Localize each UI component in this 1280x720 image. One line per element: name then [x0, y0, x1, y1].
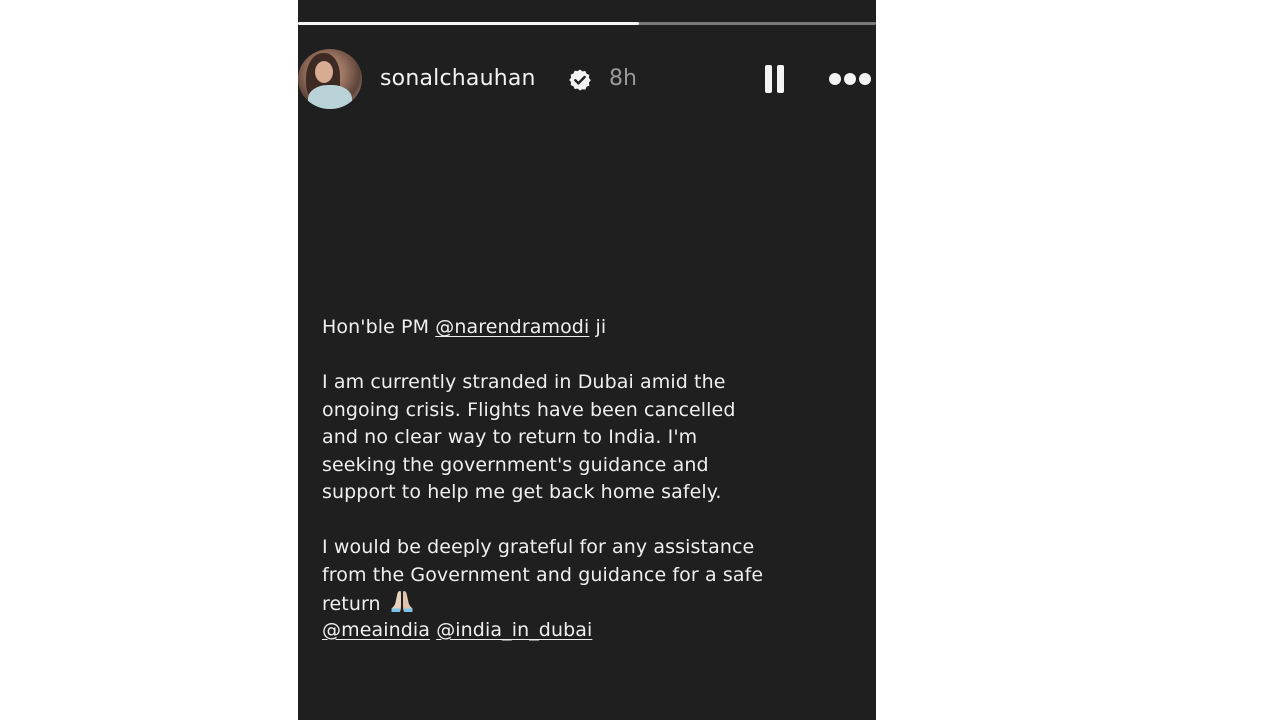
greeting-suffix: ji — [589, 316, 607, 338]
message-line: I would be deeply grateful for any assis… — [322, 536, 755, 558]
folded-hands-icon — [391, 591, 413, 612]
story-viewer: sonalchauhan 8h Hon'ble PM @narendramodi… — [298, 0, 876, 720]
mention-india-in-dubai[interactable]: @india_in_dubai — [436, 619, 592, 641]
message-line: ongoing crisis. Flights have been cancel… — [322, 398, 736, 421]
pause-bar-right — [777, 65, 784, 93]
story-progress-bar — [298, 22, 876, 25]
pause-bar-left — [765, 65, 772, 93]
verified-badge-icon — [569, 69, 591, 91]
more-dot — [859, 73, 871, 85]
avatar-dress-shape — [308, 85, 352, 109]
message-line: I am currently stranded in Dubai amid th… — [322, 371, 726, 393]
more-dot — [844, 73, 856, 85]
more-dot — [829, 73, 841, 85]
pause-icon[interactable] — [764, 65, 786, 93]
profile-avatar[interactable] — [298, 49, 362, 109]
greeting-prefix: Hon'ble PM — [322, 316, 436, 338]
story-progress-fill — [298, 22, 640, 25]
more-icon[interactable] — [829, 72, 873, 86]
story-message: Hon'ble PM @narendramodi ji I am current… — [322, 314, 876, 644]
return-line: return — [322, 589, 876, 617]
avatar-face-shape — [315, 61, 333, 83]
message-line: from the Government and guidance for a s… — [322, 563, 764, 586]
mention-meaindia[interactable]: @meaindia — [322, 619, 430, 641]
message-line: support to help me get back home safely. — [322, 481, 722, 503]
message-line: and no clear way to return to India. I'm — [322, 426, 698, 448]
mentions-line: @meaindia @india_in_dubai — [322, 617, 876, 645]
post-time: 8h — [609, 66, 637, 91]
username-link[interactable]: sonalchauhan — [380, 66, 536, 91]
message-line: seeking the government's guidance and — [322, 453, 709, 476]
mention-narendramodi[interactable]: @narendramodi — [435, 316, 589, 338]
return-word: return — [322, 593, 381, 615]
story-header: sonalchauhan 8h — [298, 48, 876, 110]
greeting-line: Hon'ble PM @narendramodi ji — [322, 314, 876, 342]
